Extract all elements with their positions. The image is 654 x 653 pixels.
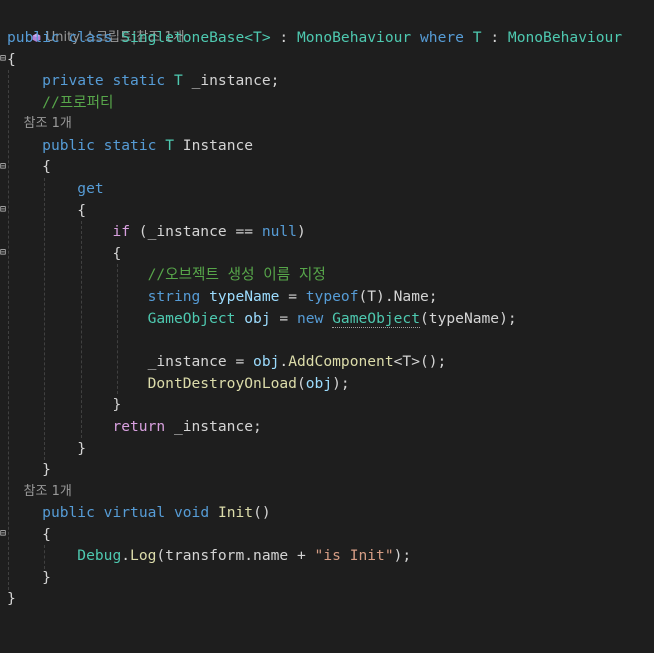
token-gameobject-type: GameObject	[147, 310, 236, 327]
token-brace-open: {	[42, 158, 51, 175]
token-generic-args: <T>();	[393, 353, 447, 370]
token-equals: =	[270, 310, 297, 327]
token-brace-open: {	[7, 51, 16, 68]
token-dontdestroyonload: DontDestroyOnLoad	[147, 375, 297, 392]
code-line-typename: string typeName = typeof(T).Name;	[0, 286, 438, 308]
code-line-comment-property: //프로퍼티	[0, 92, 113, 114]
code-line-dontdestroy: DontDestroyOnLoad(obj);	[147, 375, 350, 392]
token-log-string: "is Init"	[314, 547, 394, 564]
code-line-addcomponent: _instance = obj.AddComponent<T>();	[147, 353, 447, 370]
token-class-name: SingletoneBase<T>	[121, 29, 271, 46]
code-line-get: ⊟ get	[0, 178, 104, 214]
token-close-paren: )	[296, 223, 306, 240]
token-typename-var: typeName	[209, 288, 280, 305]
comment-property: //프로퍼티	[42, 94, 114, 111]
token-instance-assign: _instance =	[147, 353, 254, 370]
codelens-refs-label[interactable]: 참조 1개	[24, 116, 72, 131]
code-line-if: ⊟ if (_instance == null)	[0, 221, 306, 257]
token-brace-open: {	[77, 202, 87, 219]
code-line-if-open-brace: {	[0, 243, 121, 265]
token-gameobject-ctor[interactable]: GameObject	[332, 310, 421, 328]
token-debug: Debug	[77, 547, 122, 564]
token-obj-var: obj	[305, 375, 333, 392]
token-obj-var: obj	[253, 353, 280, 370]
token-log-args: (transform.name +	[156, 547, 315, 564]
token-return-value: _instance;	[165, 418, 262, 435]
token-if-condition: (_instance ==	[130, 223, 262, 240]
token-brace-open: {	[42, 526, 51, 543]
token-init-method: Init	[217, 504, 254, 521]
token-if: if	[112, 223, 131, 240]
code-line-class-declaration: ⊟ public class SingletoneBase<T> : MonoB…	[0, 27, 622, 63]
token-brace-close: }	[7, 590, 16, 607]
token-log: Log	[130, 547, 157, 564]
token-return: return	[112, 418, 166, 435]
token-typeof: typeof	[305, 288, 359, 305]
token-public: public	[42, 504, 95, 521]
token-T: T	[165, 137, 174, 154]
code-line-field: private static T _instance;	[0, 70, 279, 92]
token-constraint-base: MonoBehaviour	[507, 29, 623, 46]
token-brace-close: }	[77, 440, 87, 457]
token-static: static	[112, 72, 166, 89]
code-line-comment-name: //오브젝트 생성 이름 지정	[0, 264, 326, 286]
code-line-gameobject: GameObject obj = new GameObject(typeName…	[0, 308, 517, 330]
code-line-return: return _instance;	[0, 416, 261, 438]
code-line-property-close-brace: }	[0, 459, 51, 481]
token-brace-close: }	[42, 461, 51, 478]
code-line-property-open-brace: {	[0, 156, 51, 178]
token-virtual: virtual	[103, 504, 166, 521]
codelens-class[interactable]: Unity 스크립트|참조 1개	[0, 5, 185, 45]
code-line-init-declaration: ⊟ public virtual void Init()	[0, 502, 271, 538]
token-T: T	[472, 29, 482, 46]
token-string: string	[147, 288, 201, 305]
token-get: get	[77, 180, 104, 197]
code-line-property-declaration: ⊟ public static T Instance	[0, 135, 253, 171]
token-null: null	[261, 223, 297, 240]
code-line-class-open-brace: {	[0, 49, 35, 71]
token-new: new	[296, 310, 324, 327]
token-public: public	[42, 137, 95, 154]
token-where: where	[420, 29, 464, 46]
token-property-instance: Instance	[182, 137, 254, 154]
codelens-instance-refs[interactable]: 참조 1개	[0, 113, 72, 135]
code-line-if-close-brace: }	[0, 394, 121, 416]
token-base-class: MonoBehaviour	[296, 29, 412, 46]
code-editor[interactable]: Unity 스크립트|참조 1개 ⊟ public class Singleto…	[0, 0, 654, 608]
token-ctor-args: (typeName);	[420, 310, 517, 327]
code-line-debug-log: Debug.Log(transform.name + "is Init");	[77, 547, 412, 564]
token-addcomponent: AddComponent	[288, 353, 394, 370]
token-T: T	[173, 72, 183, 89]
token-init-parens: ()	[253, 504, 271, 521]
token-brace-close: }	[42, 569, 51, 586]
code-line-init-open-brace: {	[0, 524, 51, 546]
token-colon: :	[481, 29, 508, 46]
token-obj-var: obj	[244, 310, 271, 327]
token-colon: :	[270, 29, 297, 46]
token-log-close: );	[393, 547, 412, 564]
code-line-get-open-brace: {	[0, 200, 86, 222]
codelens-refs-label[interactable]: 참조 1개	[24, 484, 72, 499]
code-line-class-close-brace: }	[0, 588, 35, 610]
token-equals: =	[279, 288, 306, 305]
token-brace-close: }	[112, 396, 122, 413]
token-brace-open: {	[112, 245, 122, 262]
token-void: void	[173, 504, 210, 521]
token-public: public	[7, 29, 60, 46]
comment-object-name: //오브젝트 생성 이름 지정	[147, 266, 326, 283]
code-line-get-close-brace: }	[0, 438, 86, 460]
token-class: class	[68, 29, 113, 46]
codelens-init-refs[interactable]: 참조 1개	[0, 481, 72, 503]
token-static: static	[103, 137, 157, 154]
token-field-instance: _instance;	[191, 72, 280, 89]
code-line-init-close-brace: }	[0, 567, 51, 589]
token-typeof-args: (T).Name;	[358, 288, 438, 305]
token-private: private	[42, 72, 104, 89]
